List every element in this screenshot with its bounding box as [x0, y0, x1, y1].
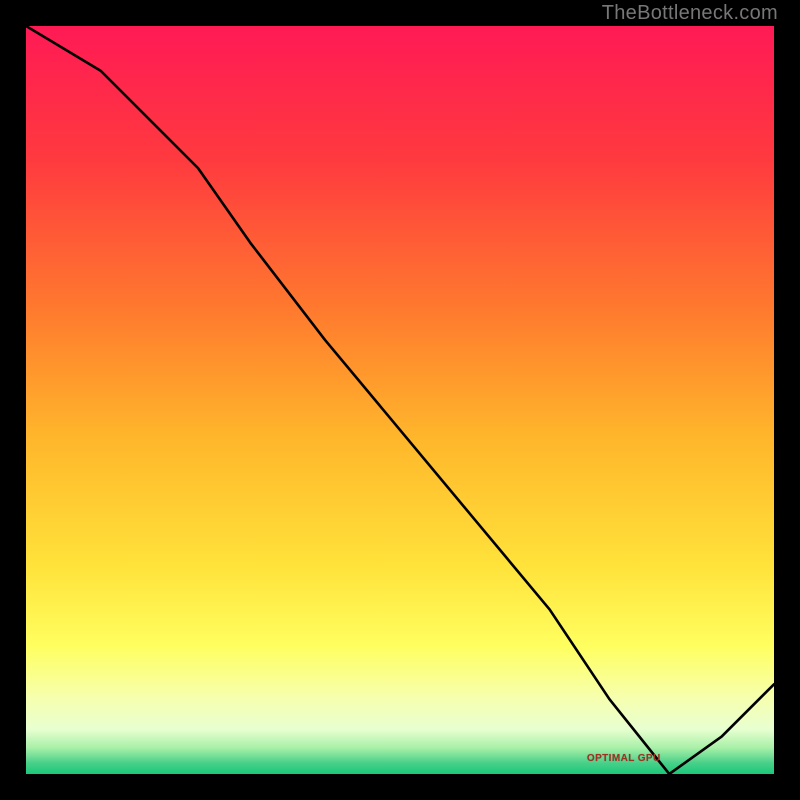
bottleneck-chart: OPTIMAL GPU [26, 26, 774, 774]
chart-canvas [26, 26, 774, 774]
optimal-gpu-label: OPTIMAL GPU [587, 753, 661, 764]
attribution-text: TheBottleneck.com [602, 2, 778, 25]
stage: TheBottleneck.com OPTIMAL GPU [0, 0, 800, 800]
gradient-bg [26, 26, 774, 774]
